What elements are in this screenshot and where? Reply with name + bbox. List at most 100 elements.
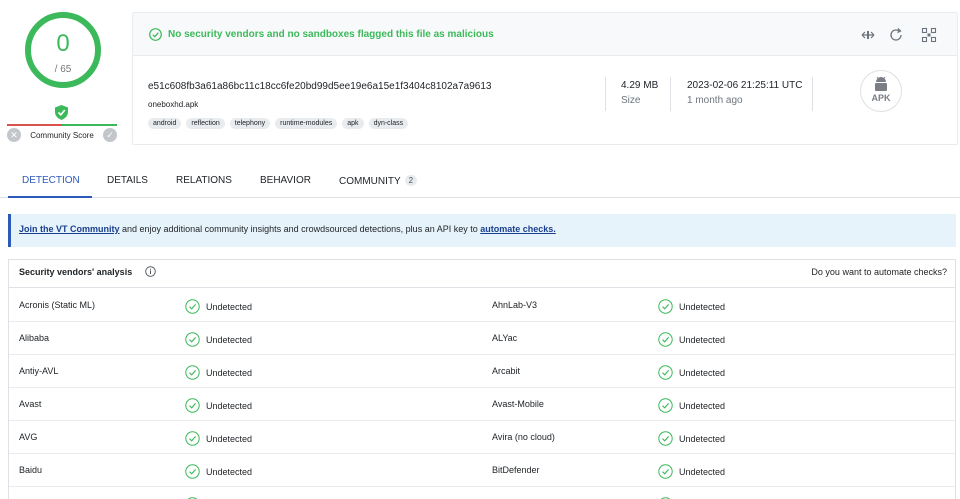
score-circle: 0 / 65 — [25, 12, 101, 88]
tab-detection[interactable]: DETECTION — [22, 175, 80, 186]
undetected-check-icon — [658, 332, 673, 347]
table-row: Antiy-AVL Undetected Arcabit Undetected — [9, 355, 955, 388]
file-hash[interactable]: e51c608fb3a61a86bc11c18cc6fe20bd99d5ee19… — [148, 81, 491, 92]
vendor-result-text: Undetected — [206, 466, 253, 477]
info-icon[interactable] — [145, 266, 156, 277]
vendor-result: Undetected — [658, 398, 725, 413]
undetected-check-icon — [185, 464, 200, 479]
table-row: Acronis (Static ML) Undetected AhnLab-V3 Un… — [9, 289, 955, 322]
vendor-result: Undetected — [658, 299, 725, 314]
tag[interactable]: apk — [342, 118, 364, 129]
vendor-result-text: Undetected — [206, 367, 253, 378]
automate-checks-prompt[interactable]: Do you want to automate checks? — [811, 267, 947, 277]
vendor-name: Arcabit — [492, 366, 521, 376]
analysis-date-ago: 1 month ago — [687, 95, 743, 106]
vote-malicious-icon[interactable]: ✕ — [7, 128, 21, 142]
vendor-result-text: Undetected — [206, 400, 253, 411]
join-community-link[interactable]: Join the VT Community — [19, 224, 120, 234]
active-tab-indicator — [8, 196, 92, 198]
undetected-check-icon — [658, 431, 673, 446]
vendor-result-text: Undetected — [679, 466, 726, 477]
community-score-label: Community Score — [30, 130, 94, 140]
vendor-table-title: Security vendors' analysis — [19, 267, 133, 277]
tab-details[interactable]: DETAILS — [107, 175, 148, 186]
vendor-name: Avast — [19, 399, 42, 409]
file-type-text: APK — [871, 93, 891, 103]
divider — [605, 77, 606, 111]
divider — [670, 77, 671, 111]
vendor-name: Avira (no cloud) — [492, 432, 555, 442]
file-size-value: 4.29 MB — [621, 80, 659, 91]
table-row: Baidu Undetected BitDefender Undetected — [9, 454, 955, 487]
vendor-result-text: Undetected — [679, 334, 726, 345]
vendor-name: ALYac — [492, 333, 518, 343]
vendor-result: Undetected — [185, 365, 252, 380]
vendor-name: Acronis (Static ML) — [19, 300, 96, 310]
undetected-check-icon — [185, 332, 200, 347]
android-icon — [875, 76, 887, 91]
comment-count-badge: 2 — [404, 175, 418, 186]
table-row: Alibaba Undetected ALYac Undetected — [9, 322, 955, 355]
community-score-bar — [7, 124, 117, 126]
table-row: Avast Undetected Avast-Mobile Undetected — [9, 388, 955, 421]
compare-icon[interactable] — [860, 27, 876, 43]
check-circle-icon — [149, 28, 162, 41]
tag[interactable]: runtime-modules — [275, 118, 338, 129]
community-score-row: ✕ Community Score ✓ — [7, 127, 117, 143]
vendor-name: Avast-Mobile — [492, 399, 544, 409]
undetected-check-icon — [658, 464, 673, 479]
vendor-result-text: Undetected — [679, 433, 726, 444]
divider — [812, 77, 813, 111]
file-name: oneboxhd.apk — [148, 100, 199, 109]
tag[interactable]: telephony — [229, 118, 271, 129]
table-row-partial — [9, 487, 955, 499]
undetected-check-icon — [658, 365, 673, 380]
vendor-name: AhnLab-V3 — [492, 300, 538, 310]
vendor-result: Undetected — [658, 365, 725, 380]
graph-view-icon[interactable] — [921, 27, 937, 43]
file-tags: android reflection telephony runtime-mod… — [148, 118, 409, 129]
shield-check-icon — [55, 105, 68, 120]
tab-relations[interactable]: RELATIONS — [176, 175, 232, 186]
vendor-result-text: Undetected — [679, 301, 726, 312]
tab-behavior[interactable]: BEHAVIOR — [260, 175, 311, 186]
tab-community-label: COMMUNITY — [339, 176, 401, 187]
vote-harmless-icon[interactable]: ✓ — [102, 128, 117, 142]
vendor-name: Alibaba — [19, 333, 50, 343]
table-row: AVG Undetected Avira (no cloud) Undetected — [9, 421, 955, 454]
vendor-result: Undetected — [185, 464, 252, 479]
vendor-result: Undetected — [658, 431, 725, 446]
undetected-check-icon — [185, 299, 200, 314]
detection-count: 0 — [56, 30, 70, 57]
vendor-result: Undetected — [185, 299, 252, 314]
vendor-analysis-table: Security vendors' analysis Do you want t… — [8, 259, 956, 499]
reanalyze-icon[interactable] — [888, 27, 904, 43]
undetected-check-icon — [658, 299, 673, 314]
vendor-result-text: Undetected — [206, 301, 253, 312]
vendor-result: Undetected — [185, 398, 252, 413]
detection-score-widget: 0 / 65 ✕ Community Score ✓ — [6, 8, 118, 146]
vendor-result-text: Undetected — [206, 433, 253, 444]
vendor-name: AVG — [19, 432, 38, 442]
vendor-result-text: Undetected — [679, 400, 726, 411]
verdict-banner: No security vendors and no sandboxes fla… — [133, 13, 957, 56]
vendor-result: Undetected — [658, 332, 725, 347]
vendor-result-text: Undetected — [679, 367, 726, 378]
vendor-table-header: Security vendors' analysis Do you want t… — [9, 260, 955, 288]
community-banner-body: and enjoy additional community insights … — [119, 224, 481, 234]
vendor-name: Baidu — [19, 465, 43, 475]
tag[interactable]: android — [148, 118, 182, 129]
file-size-label: Size — [621, 95, 641, 106]
vendor-result: Undetected — [185, 332, 252, 347]
tag[interactable]: reflection — [186, 118, 225, 129]
tab-community[interactable]: COMMUNITY 2 — [339, 175, 418, 187]
undetected-check-icon — [185, 365, 200, 380]
community-banner-text: Join the VT Community and enjoy addition… — [19, 224, 556, 234]
automate-checks-link[interactable]: automate checks. — [480, 224, 556, 234]
undetected-check-icon — [185, 398, 200, 413]
tag[interactable]: dyn-class — [368, 118, 409, 129]
undetected-check-icon — [658, 398, 673, 413]
undetected-check-icon — [185, 431, 200, 446]
file-type-badge: APK — [860, 70, 902, 112]
community-banner: Join the VT Community and enjoy addition… — [8, 214, 956, 247]
